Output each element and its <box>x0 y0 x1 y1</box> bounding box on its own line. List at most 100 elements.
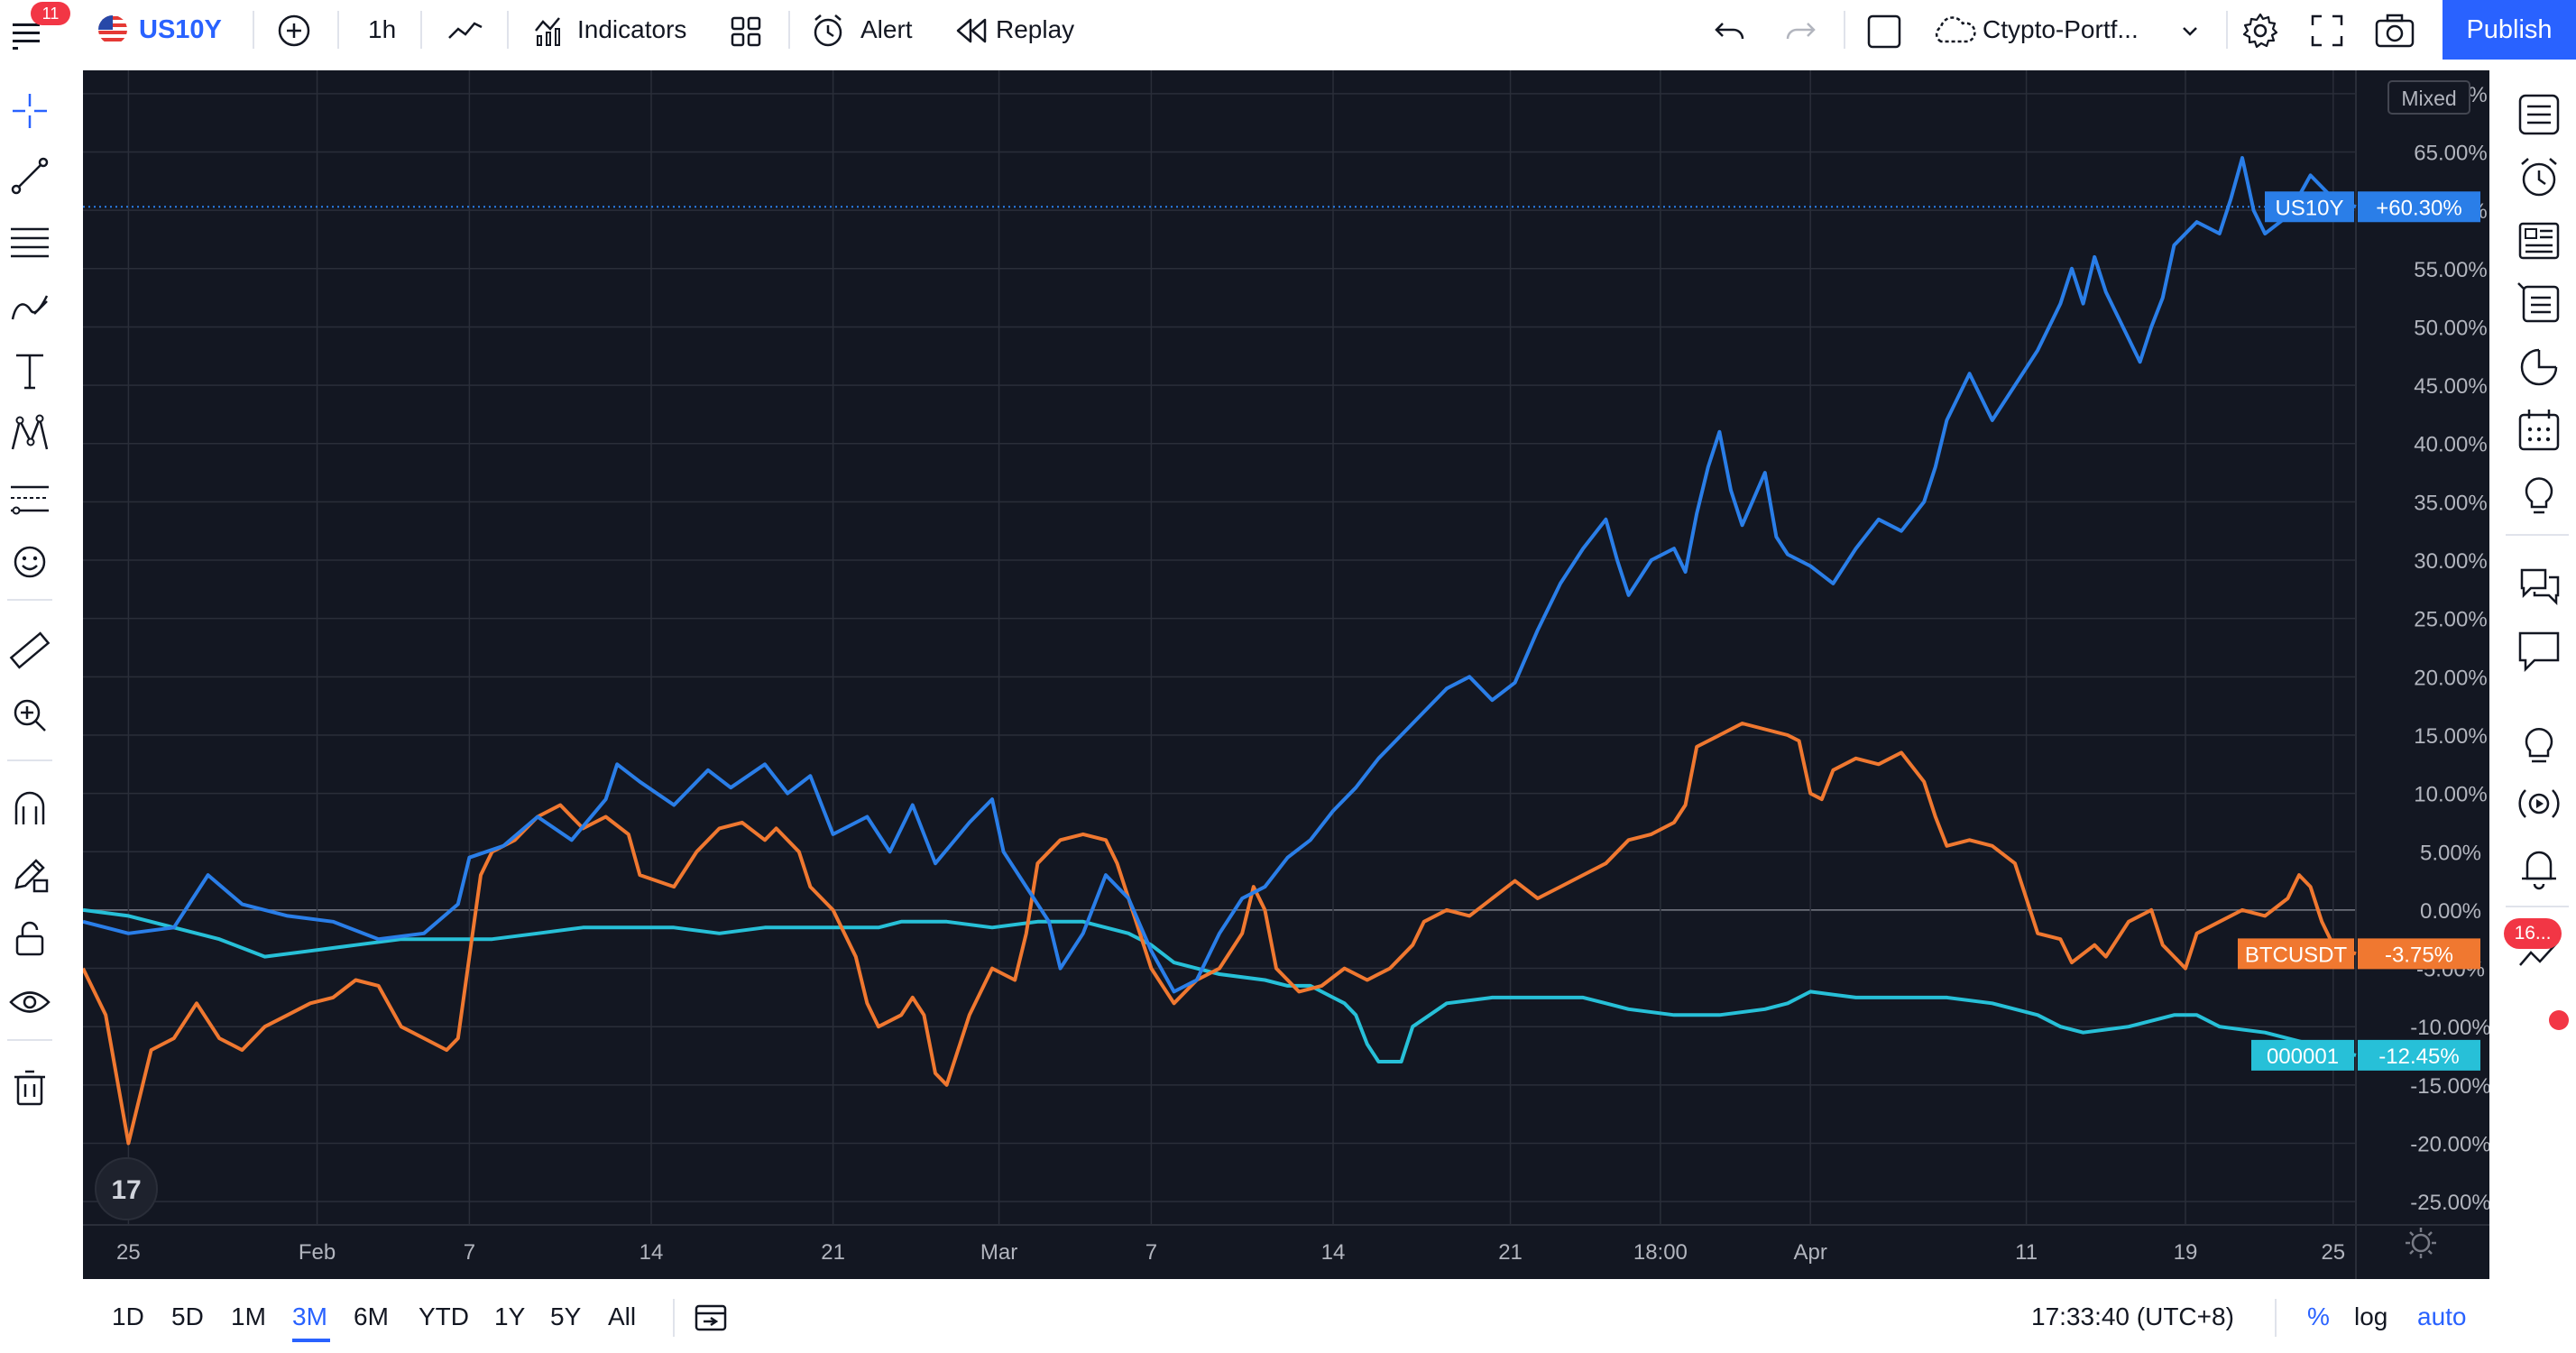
y-tick-label: 10.00% <box>2414 783 2487 807</box>
y-tick-label: -15.00% <box>2410 1074 2489 1099</box>
x-tick-label: 7 <box>464 1240 475 1265</box>
y-tick-label: -20.00% <box>2410 1132 2489 1156</box>
x-tick-label: 7 <box>1145 1240 1157 1265</box>
trash-icon[interactable] <box>7 1066 52 1111</box>
indicators-button[interactable]: Indicators <box>577 13 686 47</box>
y-tick-label: 25.00% <box>2414 608 2487 632</box>
svg-text:17: 17 <box>111 1175 141 1205</box>
zoom-in-icon[interactable] <box>7 693 52 738</box>
auto-scale-toggle[interactable]: auto <box>2417 1301 2467 1333</box>
pattern-icon[interactable] <box>7 411 52 456</box>
tradingview-logo[interactable]: 17 <box>95 1157 158 1220</box>
fullscreen-icon[interactable] <box>2309 13 2345 49</box>
x-tick-label: 14 <box>1321 1240 1346 1265</box>
x-tick-label: 25 <box>116 1240 141 1265</box>
y-tick-label: 55.00% <box>2414 258 2487 282</box>
alert-clock-icon[interactable] <box>810 11 850 51</box>
chart-svg[interactable]: 70.00%65.00%60.00%55.00%50.00%45.00%40.0… <box>83 70 2489 1279</box>
chat-bubble-icon[interactable] <box>2515 626 2563 675</box>
object-tree-icon[interactable] <box>2515 278 2563 327</box>
draw-mode-icon[interactable] <box>7 851 52 897</box>
chats-icon[interactable] <box>2515 561 2563 610</box>
drawing-toolbar <box>0 65 60 1353</box>
streams-icon[interactable] <box>2515 716 2563 765</box>
x-tick-label: 14 <box>639 1240 664 1265</box>
y-tick-label: 45.00% <box>2414 374 2487 399</box>
x-tick-label: Mar <box>980 1240 1017 1265</box>
x-tick-label: 19 <box>2174 1240 2198 1265</box>
layout-name[interactable]: Ctypto-Portf... <box>1983 13 2139 47</box>
range-1d-button[interactable]: 1D <box>112 1301 144 1333</box>
live-broadcast-icon[interactable] <box>2515 779 2563 828</box>
mixed-label-text: Mixed <box>2401 87 2456 110</box>
cloud-icon[interactable] <box>1930 14 1977 47</box>
y-tick-label: -25.00% <box>2410 1191 2489 1215</box>
bottom-toolbar: 1D 5D 1M 3M 6M YTD 1Y 5Y All 17:33:40 (U… <box>83 1281 2489 1353</box>
symbol-search-button[interactable]: US10Y <box>139 13 222 47</box>
replay-button[interactable]: Replay <box>996 13 1074 47</box>
fib-lines-icon[interactable] <box>7 218 52 263</box>
series-value-label: -12.45% <box>2378 1045 2459 1069</box>
y-tick-label: 5.00% <box>2420 841 2481 865</box>
scale-mode-label[interactable]: Mixed <box>2387 80 2470 115</box>
templates-icon[interactable] <box>729 14 763 49</box>
text-tool-icon[interactable] <box>7 348 52 393</box>
x-tick-label: 25 <box>2321 1240 2345 1265</box>
magnet-icon[interactable] <box>7 787 52 832</box>
brush-icon[interactable] <box>7 283 52 328</box>
range-5d-button[interactable]: 5D <box>171 1301 204 1333</box>
percent-scale-toggle[interactable]: % <box>2307 1301 2330 1333</box>
crosshair-icon[interactable] <box>7 88 52 133</box>
chevron-down-icon[interactable] <box>2179 20 2201 41</box>
alert-button[interactable]: Alert <box>860 13 913 47</box>
emoji-icon[interactable] <box>7 539 52 584</box>
streams-badge: 16... <box>2504 918 2562 949</box>
chart-area[interactable]: 70.00%65.00%60.00%55.00%50.00%45.00%40.0… <box>83 70 2489 1279</box>
chart-style-icon[interactable] <box>446 13 485 49</box>
trend-line-icon[interactable] <box>7 153 52 198</box>
watchlist-icon[interactable] <box>2515 90 2563 139</box>
prediction-icon[interactable] <box>7 476 52 521</box>
lock-icon[interactable] <box>7 916 52 962</box>
range-1m-button[interactable]: 1M <box>231 1301 266 1333</box>
indicators-icon[interactable] <box>532 13 568 49</box>
axis-settings-icon[interactable] <box>2406 1228 2436 1258</box>
redo-icon[interactable] <box>1782 14 1818 47</box>
last-value-btcusdt: BTCUSDT -3.75% <box>2238 938 2480 970</box>
settings-gear-icon[interactable] <box>2240 11 2280 51</box>
news-icon[interactable] <box>2515 216 2563 265</box>
range-all-button[interactable]: All <box>608 1301 636 1333</box>
y-tick-label: 65.00% <box>2414 142 2487 166</box>
active-range-underline <box>292 1339 330 1342</box>
notifications-bell-icon[interactable] <box>2515 842 2563 891</box>
replay-icon[interactable] <box>954 14 989 47</box>
range-3m-button[interactable]: 3M <box>292 1301 327 1333</box>
camera-icon[interactable] <box>2374 13 2415 49</box>
series-name-label: 000001 <box>2267 1045 2339 1069</box>
y-tick-label: 30.00% <box>2414 549 2487 574</box>
compare-add-icon[interactable] <box>276 13 312 49</box>
range-6m-button[interactable]: 6M <box>354 1301 389 1333</box>
y-tick-label: 15.00% <box>2414 724 2487 749</box>
undo-icon[interactable] <box>1712 14 1748 47</box>
log-scale-toggle[interactable]: log <box>2354 1301 2387 1333</box>
layout-square-icon[interactable] <box>1865 13 1903 51</box>
x-tick-label: 21 <box>1498 1240 1523 1265</box>
clock-timezone[interactable]: 17:33:40 (UTC+8) <box>2031 1301 2234 1333</box>
ideas-lightbulb-icon[interactable] <box>2515 469 2563 518</box>
chart-grid <box>83 70 2489 1279</box>
range-1y-button[interactable]: 1Y <box>494 1301 525 1333</box>
interval-button[interactable]: 1h <box>368 13 396 47</box>
series-value-label: +60.30% <box>2376 196 2461 220</box>
ruler-icon[interactable] <box>7 628 52 673</box>
visibility-eye-icon[interactable] <box>7 980 52 1025</box>
live-indicator-dot <box>2549 1010 2569 1030</box>
calendar-icon[interactable] <box>2515 406 2563 455</box>
range-ytd-button[interactable]: YTD <box>419 1301 469 1333</box>
data-window-icon[interactable] <box>2515 343 2563 391</box>
trading-app: 11 US10Y 1h Indicators Alert Replay Ctyp… <box>0 0 2576 1353</box>
alarm-clock-icon[interactable] <box>2515 153 2563 202</box>
publish-button[interactable]: Publish <box>2443 0 2576 60</box>
range-5y-button[interactable]: 5Y <box>550 1301 581 1333</box>
goto-date-icon[interactable] <box>693 1299 729 1335</box>
